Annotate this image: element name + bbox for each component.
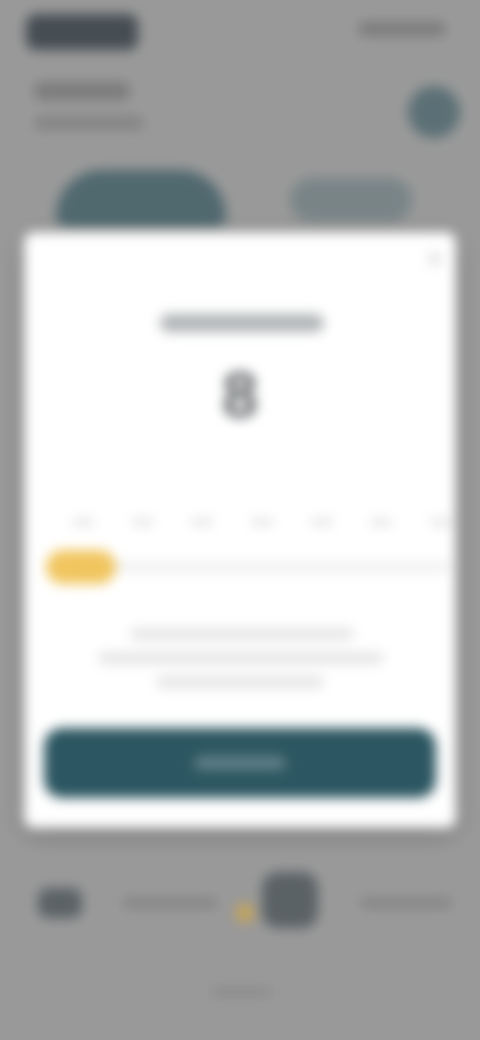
slider-tick xyxy=(370,518,393,526)
slider-tick xyxy=(131,518,154,526)
confirm-button-label xyxy=(44,728,436,798)
slider-tick xyxy=(310,518,333,526)
close-icon[interactable] xyxy=(426,250,444,268)
value-picker-modal: 8 xyxy=(24,232,456,828)
description-line xyxy=(130,628,354,640)
slider-ticks xyxy=(72,518,452,534)
selected-value: 8 xyxy=(222,359,258,431)
unit-label-blurred xyxy=(24,436,456,452)
confirm-button-text-blurred xyxy=(194,756,286,770)
confirm-button[interactable] xyxy=(44,728,436,798)
description-line xyxy=(156,676,324,688)
modal-title-blurred xyxy=(160,314,324,332)
description-line xyxy=(98,652,384,664)
slider-thumb[interactable] xyxy=(46,550,116,584)
slider-tick xyxy=(429,518,452,526)
slider-tick xyxy=(191,518,214,526)
slider-track[interactable] xyxy=(70,562,450,572)
slider-tick xyxy=(250,518,273,526)
slider-tick xyxy=(72,518,94,526)
